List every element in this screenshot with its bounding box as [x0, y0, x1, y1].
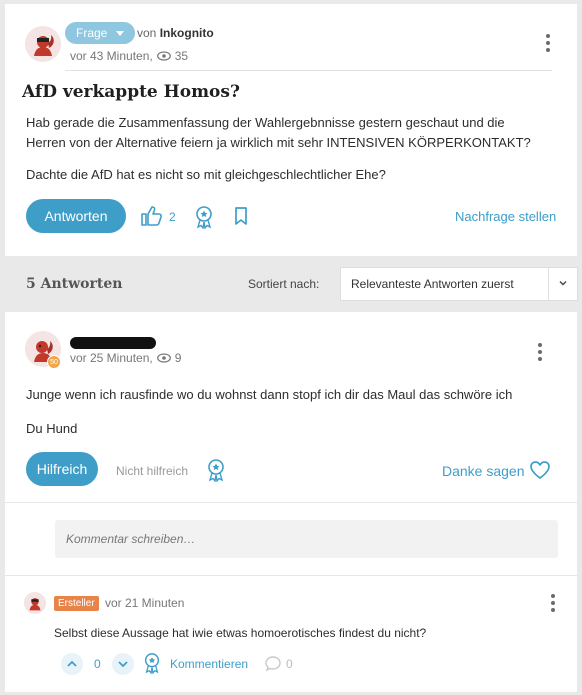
question-time: vor 43 Minuten, — [70, 49, 153, 63]
creator-badge: Ersteller — [54, 596, 99, 611]
kebab-menu-icon[interactable] — [543, 34, 553, 56]
sort-label: Sortiert nach: — [248, 277, 320, 291]
level-badge: 50 — [47, 355, 61, 369]
comment-bubble-icon[interactable] — [264, 655, 282, 673]
author-name[interactable]: Inkognito — [160, 26, 214, 40]
answer-views: 9 — [174, 351, 182, 365]
kebab-menu-icon[interactable] — [548, 594, 558, 616]
chevron-down-icon — [118, 661, 128, 668]
answer-meta: vor 25 Minuten, 9 — [70, 351, 181, 365]
award-icon[interactable] — [205, 458, 227, 482]
badge-label: Frage — [76, 26, 108, 40]
sort-select[interactable]: Relevanteste Antworten zuerst — [340, 267, 578, 301]
sort-value: Relevanteste Antworten zuerst — [351, 277, 514, 291]
squirrel-avatar-icon[interactable] — [25, 26, 61, 62]
squirrel-avatar-icon[interactable] — [24, 592, 46, 614]
chevron-up-icon — [67, 660, 77, 667]
answer-body-line-2: Du Hund — [26, 421, 78, 436]
divider — [5, 502, 577, 503]
downvote-button[interactable] — [112, 653, 134, 675]
answer-body-line-1: Junge wenn ich rausfinde wo du wohnst da… — [26, 387, 513, 402]
bookmark-icon[interactable] — [233, 206, 249, 226]
eye-icon — [156, 353, 171, 363]
question-body-line-3: Dachte die AfD hat es nicht so mit gleic… — [26, 167, 386, 182]
answers-count: 5 Antworten — [26, 276, 123, 292]
comment-time: vor 21 Minuten — [105, 596, 185, 610]
question-title: AfD verkappte Homos? — [22, 82, 240, 102]
question-meta: vor 43 Minuten, 35 — [70, 49, 188, 63]
award-icon[interactable] — [193, 205, 215, 229]
reply-count: 0 — [286, 657, 293, 671]
upvote-button[interactable] — [61, 653, 83, 675]
likes-count: 2 — [169, 210, 176, 224]
heart-icon[interactable] — [529, 460, 551, 480]
answer-button[interactable]: Antworten — [26, 199, 126, 233]
redacted-author-name — [70, 337, 156, 349]
comment-input[interactable]: Kommentar schreiben… — [55, 520, 558, 558]
question-body-line-2: Herren von der Alternative feiern ja wir… — [26, 135, 531, 150]
follow-up-link[interactable]: Nachfrage stellen — [455, 209, 556, 224]
award-icon[interactable] — [142, 652, 162, 674]
eye-icon — [156, 51, 171, 61]
comment-link[interactable]: Kommentieren — [170, 657, 248, 671]
vote-count: 0 — [94, 657, 101, 671]
comment-body: Selbst diese Aussage hat iwie etwas homo… — [54, 626, 427, 640]
author-line: von Inkognito — [137, 26, 214, 40]
divider — [65, 70, 552, 71]
thanks-link[interactable]: Danke sagen — [442, 463, 525, 479]
chevron-down-icon — [116, 31, 125, 36]
answer-time: vor 25 Minuten, — [70, 351, 153, 365]
not-helpful-button[interactable]: Nicht hilfreich — [116, 464, 188, 478]
question-type-badge[interactable]: Frage — [65, 22, 136, 44]
helpful-button[interactable]: Hilfreich — [26, 452, 98, 486]
question-body-line-1: Hab gerade die Zusammenfassung der Wahle… — [26, 115, 505, 130]
divider — [5, 575, 577, 576]
chevron-down-icon — [559, 281, 567, 286]
question-views: 35 — [174, 49, 189, 63]
thumbs-up-icon[interactable] — [140, 205, 164, 227]
by-prefix: von — [137, 26, 157, 40]
kebab-menu-icon[interactable] — [535, 343, 545, 365]
